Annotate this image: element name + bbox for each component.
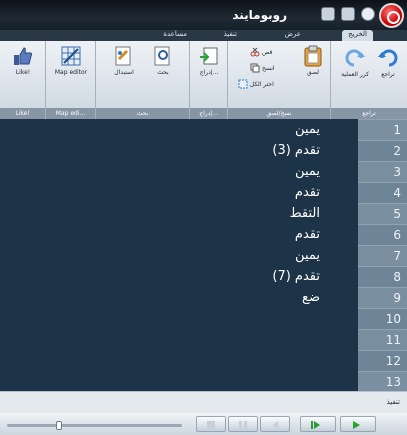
group-label-map-editor: Map edi... bbox=[46, 108, 95, 119]
menu-icon[interactable] bbox=[361, 7, 375, 21]
code-line[interactable]: ضع bbox=[302, 287, 320, 308]
code-line[interactable]: تقدم bbox=[295, 182, 320, 203]
code-line[interactable]: يمين bbox=[295, 161, 320, 182]
select-all-button[interactable]: اختر الكل bbox=[238, 79, 274, 89]
map-editor-button[interactable]: Map editor bbox=[54, 45, 88, 76]
code-line[interactable]: تقدم (7) bbox=[272, 266, 320, 287]
line-number: 11 bbox=[358, 329, 407, 350]
line-number: 2 bbox=[358, 140, 407, 161]
line-number-gutter: 1 2 3 4 5 6 7 8 9 10 11 12 13 bbox=[358, 119, 407, 392]
step-icon bbox=[273, 421, 278, 429]
line-number: 13 bbox=[358, 371, 407, 392]
ribbon: تراجع كرر العملية تراجع لصق قص انسخ اختر… bbox=[0, 41, 407, 119]
replace-button[interactable]: استبدال bbox=[106, 45, 142, 76]
tab-help[interactable]: مساعدة bbox=[163, 30, 187, 41]
group-clipboard: لصق قص انسخ اختر الكل نسخ/لصق bbox=[228, 41, 331, 119]
line-number: 12 bbox=[358, 350, 407, 371]
group-like: Like! Like! bbox=[0, 41, 46, 119]
step-forward-icon bbox=[311, 421, 320, 429]
stop-icon bbox=[207, 421, 215, 429]
code-line[interactable]: التقط bbox=[290, 203, 320, 224]
code-editor[interactable]: يمين تقدم (3) يمين تقدم التقط تقدم يمين … bbox=[0, 119, 358, 391]
window-title: روبومايند bbox=[232, 8, 287, 22]
redo-icon bbox=[345, 49, 365, 67]
group-label-undo: تراجع bbox=[331, 108, 407, 119]
line-number: 10 bbox=[358, 308, 407, 329]
undo-icon bbox=[378, 49, 398, 67]
like-button[interactable]: Like! bbox=[8, 45, 38, 76]
group-label-clipboard: نسخ/لصق bbox=[228, 108, 330, 119]
save-icon[interactable] bbox=[321, 7, 335, 21]
copy-icon bbox=[250, 63, 260, 73]
line-number: 3 bbox=[358, 161, 407, 182]
tab-run[interactable]: تنفيذ bbox=[224, 30, 237, 41]
line-number: 6 bbox=[358, 224, 407, 245]
play-button[interactable] bbox=[340, 416, 376, 432]
code-line[interactable]: يمين bbox=[295, 245, 320, 266]
run-label: تنفيذ bbox=[386, 398, 400, 406]
redo-button[interactable]: كرر العملية bbox=[337, 47, 373, 78]
copy-button[interactable]: انسخ bbox=[250, 63, 275, 73]
undo-button[interactable]: تراجع bbox=[373, 47, 403, 78]
code-line[interactable]: تقدم bbox=[295, 224, 320, 245]
execution-controls bbox=[0, 413, 407, 435]
speed-slider-thumb[interactable] bbox=[56, 421, 62, 430]
line-number: 4 bbox=[358, 182, 407, 203]
group-undo: تراجع كرر العملية تراجع bbox=[331, 41, 407, 119]
search-button[interactable]: بحث bbox=[148, 45, 178, 76]
group-label-like: Like! bbox=[0, 108, 45, 119]
status-bar: تنفيذ bbox=[0, 391, 407, 413]
map-editor-icon bbox=[61, 46, 81, 66]
line-number: 7 bbox=[358, 245, 407, 266]
speed-slider[interactable] bbox=[7, 424, 182, 427]
insert-icon bbox=[200, 47, 218, 65]
group-map-editor: Map editor Map edi... bbox=[46, 41, 96, 119]
tab-view[interactable]: عرض bbox=[284, 30, 301, 41]
paste-button[interactable]: لصق bbox=[298, 45, 328, 76]
line-number: 1 bbox=[358, 119, 407, 140]
quick-access-toolbar bbox=[321, 7, 375, 21]
replace-icon bbox=[115, 46, 131, 66]
step-back-button[interactable] bbox=[260, 416, 290, 432]
play-icon bbox=[353, 421, 360, 429]
code-line[interactable]: تقدم (3) bbox=[272, 140, 320, 161]
new-icon[interactable] bbox=[341, 7, 355, 21]
stop-button[interactable] bbox=[196, 416, 226, 432]
search-icon bbox=[154, 46, 170, 66]
paste-icon bbox=[304, 45, 322, 67]
select-all-icon bbox=[238, 79, 248, 89]
pause-button[interactable] bbox=[228, 416, 258, 432]
title-bar: روبومايند bbox=[0, 0, 407, 30]
like-icon bbox=[14, 47, 32, 65]
insert-button[interactable]: إدراج... bbox=[194, 45, 224, 76]
tab-home[interactable]: الخريج bbox=[342, 30, 373, 41]
ribbon-tabs: الخريج عرض تنفيذ مساعدة bbox=[0, 30, 407, 41]
group-label-search: بحث bbox=[96, 108, 189, 119]
cut-button[interactable]: قص bbox=[250, 47, 272, 57]
line-number: 8 bbox=[358, 266, 407, 287]
code-line[interactable]: يمين bbox=[295, 119, 320, 140]
cut-icon bbox=[250, 47, 260, 57]
group-search: بحث استبدال بحث bbox=[96, 41, 190, 119]
step-button[interactable] bbox=[300, 416, 336, 432]
line-number: 9 bbox=[358, 287, 407, 308]
group-label-insert: إدراج... bbox=[190, 108, 227, 119]
app-orb-icon[interactable] bbox=[379, 3, 404, 28]
line-number: 5 bbox=[358, 203, 407, 224]
group-insert: إدراج... إدراج... bbox=[190, 41, 228, 119]
pause-icon bbox=[239, 421, 247, 429]
